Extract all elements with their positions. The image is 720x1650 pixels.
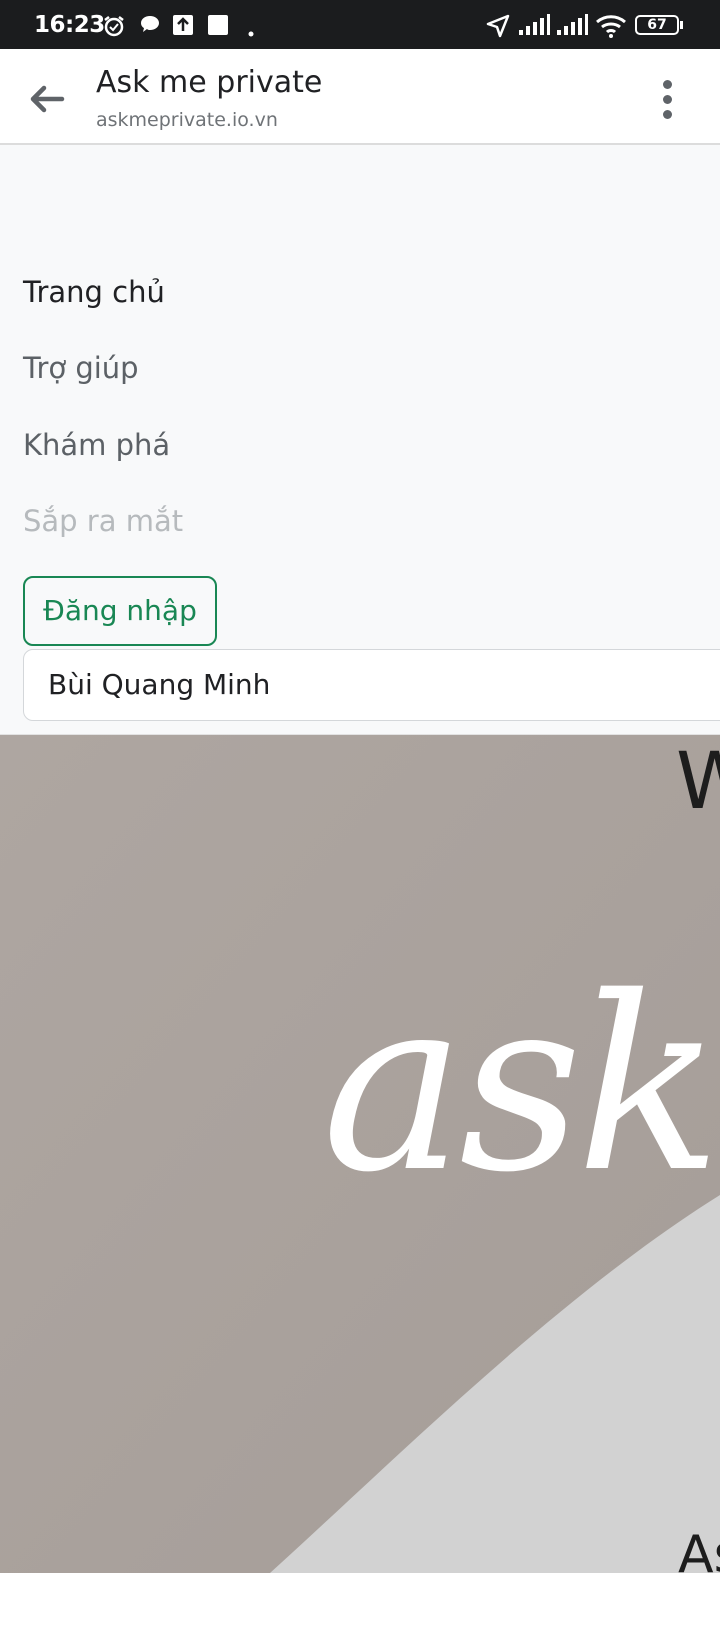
wifi-icon: [595, 14, 627, 43]
battery-level: 67: [647, 17, 667, 33]
page-title: Ask me private: [96, 65, 323, 100]
hero-subheading-partial: As: [678, 1525, 720, 1573]
chat-bubble-icon: [139, 14, 161, 41]
nav-link-coming-soon: Sắp ra mắt: [23, 504, 184, 538]
battery-icon: 67: [635, 15, 685, 35]
page-bottom-area: [0, 1573, 720, 1650]
page-url: askmeprivate.io.vn: [96, 109, 278, 131]
app-square-icon: [207, 14, 229, 41]
hero-heading-partial: W: [676, 737, 720, 827]
login-button[interactable]: Đăng nhập: [23, 576, 217, 646]
hero-script-logo: ask: [322, 945, 720, 1225]
signal-icon: [518, 14, 550, 41]
back-button[interactable]: [24, 75, 72, 123]
nav-menu: Trang chủ Trợ giúp Khám phá Sắp ra mắt Đ…: [0, 145, 720, 735]
location-arrow-icon: [486, 14, 510, 43]
status-time: 16:23: [34, 12, 105, 38]
alarm-icon: [102, 14, 126, 43]
nav-link-explore[interactable]: Khám phá: [23, 428, 170, 462]
upload-icon: [172, 14, 194, 41]
status-bar: 16:23 67: [0, 0, 720, 49]
nav-link-home[interactable]: Trang chủ: [23, 275, 165, 309]
signal-icon: [556, 14, 588, 41]
arrow-left-icon: [24, 85, 72, 127]
more-menu-button[interactable]: [650, 77, 686, 121]
app-header: Ask me private askmeprivate.io.vn: [0, 49, 720, 145]
dot-icon: [248, 24, 254, 42]
hero-banner: W ask As: [0, 735, 720, 1573]
nav-link-help[interactable]: Trợ giúp: [23, 351, 139, 385]
user-name-field[interactable]: Bùi Quang Minh: [23, 649, 720, 721]
